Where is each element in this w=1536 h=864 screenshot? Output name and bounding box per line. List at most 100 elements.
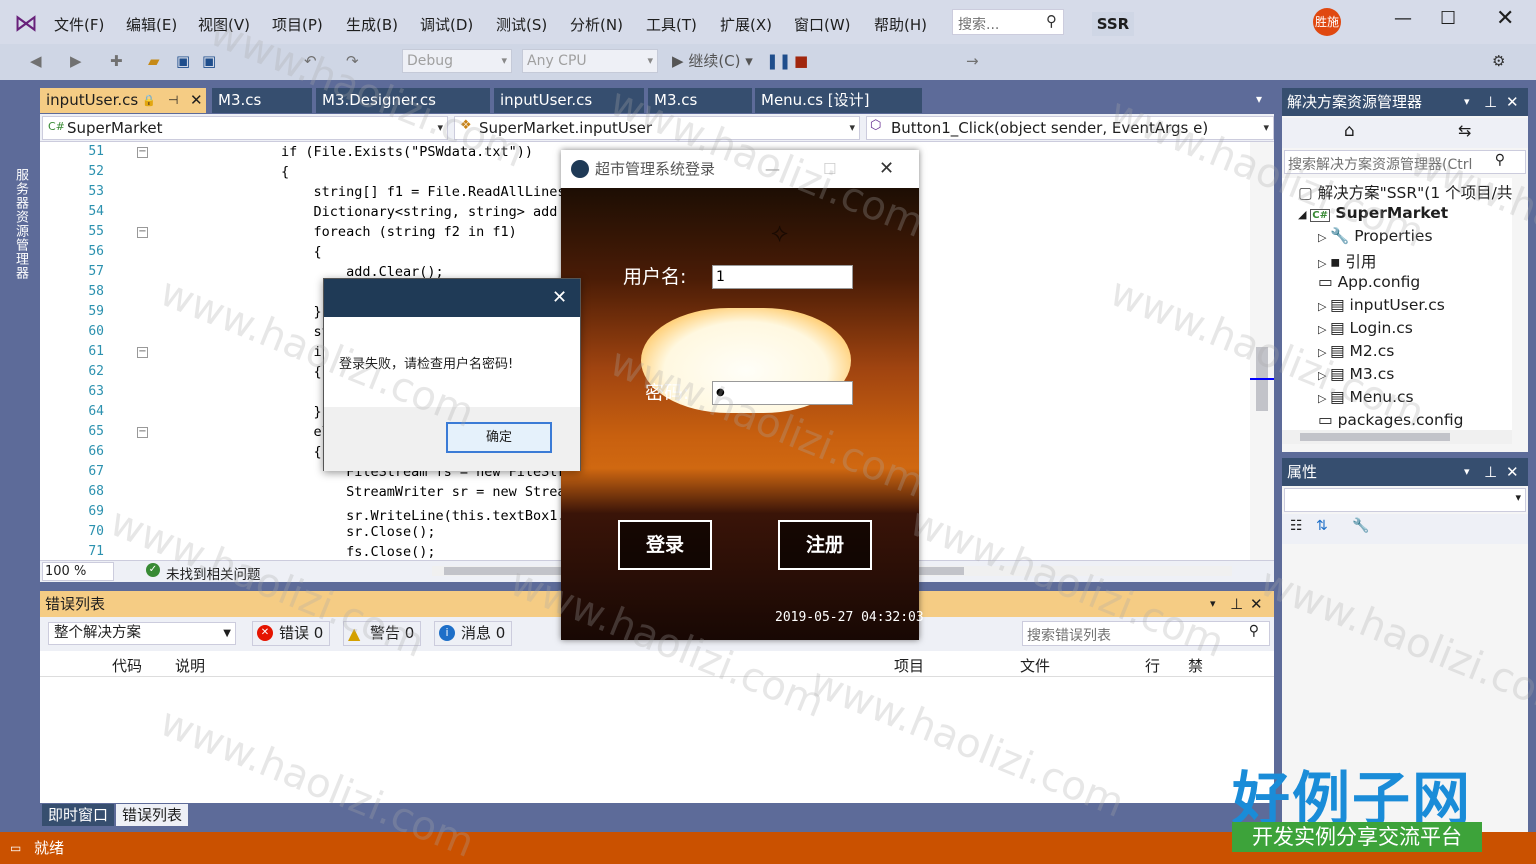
code-line[interactable]: fs.Close(); bbox=[151, 544, 435, 560]
tree-item[interactable]: ▷ ▤ Login.cs bbox=[1318, 319, 1413, 337]
tab-m3[interactable]: M3.cs bbox=[212, 88, 312, 113]
project-node[interactable]: ◢ C# SuperMarket bbox=[1298, 204, 1448, 222]
class-dropdown[interactable]: SuperMarket.inputUser bbox=[454, 116, 860, 140]
login-button[interactable]: 登录 bbox=[618, 520, 712, 570]
panel-close-icon[interactable]: ✕ bbox=[1250, 591, 1263, 617]
code-line[interactable]: { bbox=[151, 164, 289, 180]
expand-arrow-icon[interactable]: ▷ bbox=[1318, 369, 1330, 382]
search-box[interactable]: 搜索... ⚲ bbox=[952, 9, 1064, 35]
error-search-box[interactable]: 搜索错误列表 ⚲ bbox=[1022, 621, 1270, 646]
errors-filter-button[interactable]: ✕ 错误 0 bbox=[252, 621, 330, 646]
categorized-icon[interactable]: ☷ bbox=[1290, 518, 1303, 534]
expand-arrow-icon[interactable]: ▷ bbox=[1318, 392, 1330, 405]
menu-item-5[interactable]: 调试(D) bbox=[420, 14, 473, 35]
home-icon[interactable]: ⌂ bbox=[1344, 121, 1355, 141]
se-pin-icon[interactable]: ⊥ bbox=[1484, 88, 1497, 116]
gear-icon[interactable]: ⚙ bbox=[1492, 48, 1505, 74]
column-header[interactable]: 项目 bbox=[894, 655, 924, 676]
stop-icon[interactable]: ■ bbox=[794, 48, 808, 74]
pause-icon[interactable]: ❚❚ bbox=[766, 48, 791, 74]
config-select[interactable]: Debug bbox=[402, 49, 512, 73]
expand-arrow-icon[interactable]: ▷ bbox=[1318, 300, 1330, 313]
code-line[interactable]: } bbox=[151, 404, 322, 420]
prop-menu-icon[interactable]: ▾ bbox=[1464, 458, 1470, 486]
tab-inputuser-active[interactable]: inputUser.cs 🔒 ⊣ ✕ bbox=[40, 88, 206, 113]
column-header[interactable]: 代码 bbox=[112, 655, 142, 676]
project-dropdown[interactable]: SuperMarket bbox=[42, 116, 448, 140]
code-line[interactable]: StreamWriter sr = new Strea bbox=[151, 484, 565, 500]
panel-pin-icon[interactable]: ⊥ bbox=[1230, 591, 1243, 617]
sync-icon[interactable]: ⇆ bbox=[1458, 121, 1471, 140]
menu-item-8[interactable]: 工具(T) bbox=[646, 14, 697, 35]
column-header[interactable]: 行 bbox=[1145, 655, 1160, 676]
prop-pin-icon[interactable]: ⊥ bbox=[1484, 458, 1497, 486]
alphabetical-icon[interactable]: ⇅ bbox=[1316, 518, 1328, 534]
prop-close-icon[interactable]: ✕ bbox=[1506, 458, 1519, 486]
code-line[interactable]: { bbox=[151, 444, 322, 460]
menu-item-7[interactable]: 分析(N) bbox=[570, 14, 623, 35]
solution-node[interactable]: ▢ 解决方案"SSR"(1 个项目/共 bbox=[1298, 181, 1512, 203]
username-input[interactable]: 1 bbox=[712, 265, 853, 289]
expand-arrow-icon[interactable]: ▷ bbox=[1318, 231, 1330, 244]
menu-item-6[interactable]: 测试(S) bbox=[496, 14, 547, 35]
zoom-select[interactable]: 100 % bbox=[42, 562, 114, 581]
expand-arrow-icon[interactable]: ▷ bbox=[1318, 323, 1330, 336]
code-line[interactable]: } bbox=[151, 304, 322, 320]
panel-menu-icon[interactable]: ▾ bbox=[1210, 591, 1216, 617]
continue-button[interactable]: ▶ 继续(C) ▾ bbox=[672, 48, 753, 74]
fold-toggle-icon[interactable]: − bbox=[137, 347, 148, 358]
column-header[interactable]: 文件 bbox=[1020, 655, 1050, 676]
tab-overflow-icon[interactable]: ▾ bbox=[1256, 92, 1262, 106]
ok-button[interactable]: 确定 bbox=[446, 422, 552, 453]
code-line[interactable]: foreach (string f2 in f1) bbox=[151, 224, 517, 240]
column-header[interactable]: 禁 bbox=[1188, 655, 1203, 676]
scope-dropdown[interactable]: 整个解决方案 ▼ bbox=[48, 622, 236, 645]
code-line[interactable]: if (File.Exists("PSWdata.txt")) bbox=[151, 144, 533, 160]
code-line[interactable]: el bbox=[151, 424, 330, 440]
tab-menu-design[interactable]: Menu.cs [设计] bbox=[755, 88, 922, 113]
login-close-icon[interactable]: ✕ bbox=[879, 150, 894, 188]
tree-item[interactable]: ▷ ▤ M2.cs bbox=[1318, 342, 1394, 360]
menu-item-11[interactable]: 帮助(H) bbox=[874, 14, 927, 35]
open-folder-icon[interactable]: ▰ bbox=[148, 48, 160, 74]
step-icon[interactable]: → bbox=[966, 48, 979, 74]
undo-icon[interactable]: ↶ bbox=[304, 48, 317, 74]
platform-select[interactable]: Any CPU bbox=[522, 49, 658, 73]
se-search-box[interactable]: 搜索解决方案资源管理器(Ctrl ⚲ bbox=[1284, 150, 1526, 174]
expand-arrow-icon[interactable]: ▷ bbox=[1318, 257, 1330, 270]
forward-icon[interactable]: ▶ bbox=[70, 48, 82, 74]
register-button[interactable]: 注册 bbox=[778, 520, 872, 570]
close-icon[interactable]: ✕ bbox=[1496, 6, 1514, 31]
menu-item-9[interactable]: 扩展(X) bbox=[720, 14, 772, 35]
tab-inputuser[interactable]: inputUser.cs bbox=[494, 88, 644, 113]
minimize-icon[interactable]: — bbox=[1394, 8, 1412, 29]
se-hscroll-thumb[interactable] bbox=[1300, 433, 1450, 441]
code-line[interactable]: sr.Close(); bbox=[151, 524, 435, 540]
tree-item[interactable]: ▷ ▤ Menu.cs bbox=[1318, 388, 1414, 406]
code-line[interactable]: if bbox=[151, 344, 330, 360]
redo-icon[interactable]: ↷ bbox=[346, 48, 359, 74]
code-line[interactable]: Dictionary<string, string> add = bbox=[151, 204, 574, 220]
save-icon[interactable]: ▣ bbox=[176, 48, 190, 74]
menu-item-1[interactable]: 编辑(E) bbox=[126, 14, 177, 35]
se-menu-icon[interactable]: ▾ bbox=[1464, 88, 1470, 116]
messages-filter-button[interactable]: i 消息 0 bbox=[434, 621, 512, 646]
tab-m3-designer[interactable]: M3.Designer.cs bbox=[316, 88, 490, 113]
menu-item-2[interactable]: 视图(V) bbox=[198, 14, 250, 35]
code-line[interactable]: string[] f1 = File.ReadAllLines bbox=[151, 184, 566, 200]
back-icon[interactable]: ◀ bbox=[30, 48, 42, 74]
tree-item[interactable]: ▭ App.config bbox=[1318, 273, 1420, 291]
column-header[interactable]: 说明 bbox=[175, 655, 205, 676]
tree-item[interactable]: ▷ ▤ inputUser.cs bbox=[1318, 296, 1445, 314]
fold-toggle-icon[interactable]: − bbox=[137, 147, 148, 158]
save-all-icon[interactable]: ▣ bbox=[202, 48, 216, 74]
warnings-filter-button[interactable]: ▲ 警告 0 bbox=[343, 621, 421, 646]
tab-m3-2[interactable]: M3.cs bbox=[648, 88, 752, 113]
avatar[interactable]: 胜施 bbox=[1313, 8, 1341, 36]
code-line[interactable]: st bbox=[151, 324, 330, 340]
login-minimize-icon[interactable]: — bbox=[765, 150, 780, 188]
code-line[interactable]: { bbox=[151, 244, 322, 260]
code-line[interactable]: { bbox=[151, 364, 322, 380]
tree-item[interactable]: ▷ 🔧 Properties bbox=[1318, 227, 1433, 245]
property-object-select[interactable]: ▾ bbox=[1284, 488, 1526, 512]
